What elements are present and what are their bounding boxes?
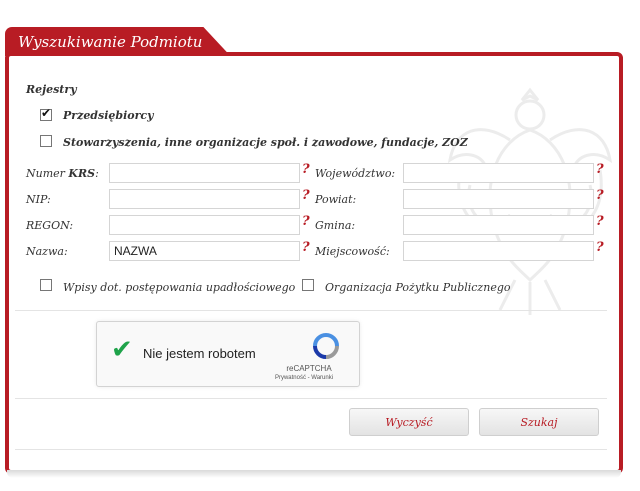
- name-help-icon[interactable]: ?: [302, 240, 310, 255]
- nip-help-icon[interactable]: ?: [302, 188, 310, 203]
- divider: [15, 398, 607, 399]
- divider: [15, 449, 607, 450]
- associations-label: Stowarzyszenia, inne organizacje społ. i…: [63, 136, 468, 149]
- county-input[interactable]: [403, 189, 594, 209]
- locality-input[interactable]: [403, 241, 594, 261]
- voivodeship-label: Województwo:: [315, 167, 396, 180]
- krs-help-icon[interactable]: ?: [302, 162, 310, 177]
- recaptcha-brand: reCAPTCHA: [286, 364, 332, 373]
- municipality-input[interactable]: [403, 215, 594, 235]
- frame-shadow: [7, 470, 621, 478]
- green-check-icon: ✔: [111, 335, 133, 365]
- registers-heading: Rejestry: [26, 83, 77, 96]
- locality-help-icon[interactable]: ?: [596, 240, 604, 255]
- regon-help-icon[interactable]: ?: [302, 214, 310, 229]
- locality-label: Miejscowość:: [315, 245, 390, 258]
- recaptcha-text: Nie jestem robotem: [143, 346, 256, 361]
- voivodeship-help-icon[interactable]: ?: [596, 162, 604, 177]
- recaptcha-logo-icon: [313, 333, 339, 359]
- nip-input[interactable]: [109, 189, 300, 209]
- county-label: Powiat:: [315, 193, 357, 206]
- associations-checkbox[interactable]: [40, 135, 52, 147]
- nip-label: NIP:: [26, 193, 51, 206]
- name-input[interactable]: [109, 241, 300, 261]
- search-button[interactable]: Szukaj: [479, 408, 599, 436]
- municipality-label: Gmina:: [315, 219, 356, 232]
- voivodeship-input[interactable]: [403, 163, 594, 183]
- krs-label: Numer KRS:: [26, 167, 99, 180]
- divider: [15, 310, 607, 311]
- regon-label: REGON:: [26, 219, 74, 232]
- recaptcha-links[interactable]: Prywatność - Warunki: [259, 375, 349, 381]
- entrepreneurs-checkbox[interactable]: ✔: [40, 106, 52, 121]
- municipality-help-icon[interactable]: ?: [596, 214, 604, 229]
- bankruptcy-checkbox[interactable]: [40, 279, 52, 291]
- entrepreneurs-label: Przedsiębiorcy: [63, 109, 154, 122]
- public-benefit-label: Organizacja Pożytku Publicznego: [325, 281, 511, 294]
- name-label: Nazwa:: [26, 245, 68, 258]
- checkmark-icon: ✔: [41, 106, 52, 120]
- regon-input[interactable]: [109, 215, 300, 235]
- recaptcha-widget[interactable]: ✔ Nie jestem robotem reCAPTCHA Prywatnoś…: [96, 321, 360, 387]
- bankruptcy-label: Wpisy dot. postępowania upadłościowego: [63, 281, 296, 294]
- public-benefit-checkbox[interactable]: [302, 279, 314, 291]
- krs-input[interactable]: [109, 163, 300, 183]
- county-help-icon[interactable]: ?: [596, 188, 604, 203]
- clear-button[interactable]: Wyczyść: [349, 408, 469, 436]
